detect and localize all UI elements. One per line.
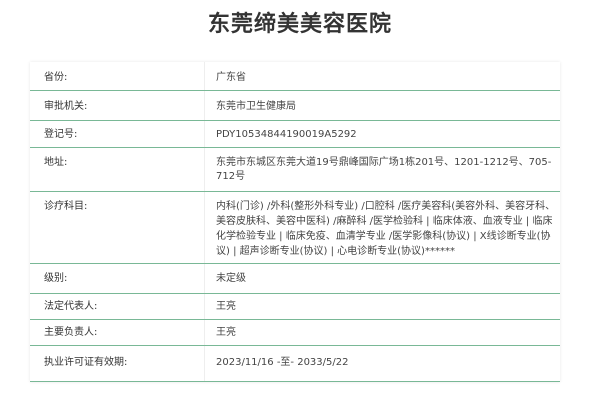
principal-value: 王亮 <box>216 327 236 338</box>
authority-value: 东莞市卫生健康局 <box>216 101 296 112</box>
province-label: 省份: <box>44 72 68 83</box>
reg-no-value: PDY10534844190019A5292 <box>216 129 357 140</box>
info-row-departments: 诊疗科目: 内科(门诊) /外科(整形外科专业) /口腔科 /医疗美容科(美容外… <box>30 192 560 264</box>
column-divider <box>204 346 205 381</box>
page: 东莞缔美美容医院 省份: 广东省 审批机关: 东莞市卫生健康局 登记号: PDY… <box>0 0 600 400</box>
grade-value: 未定级 <box>216 273 246 284</box>
column-divider <box>204 62 205 90</box>
info-row-province: 省份: 广东省 <box>30 62 560 91</box>
hospital-info-card: 省份: 广东省 审批机关: 东莞市卫生健康局 登记号: PDY105348441… <box>30 62 560 382</box>
info-row-authority: 审批机关: 东莞市卫生健康局 <box>30 91 560 121</box>
column-divider <box>204 320 205 345</box>
principal-label: 主要负责人: <box>44 327 98 338</box>
info-row-reg-no: 登记号: PDY10534844190019A5292 <box>30 121 560 148</box>
reg-no-label: 登记号: <box>44 129 78 140</box>
info-row-address: 地址: 东莞市东城区东莞大道19号鼎峰国际广场1栋201号、1201-1212号… <box>30 148 560 192</box>
column-divider <box>204 294 205 319</box>
column-divider <box>204 91 205 120</box>
address-label: 地址: <box>44 157 68 168</box>
legal-rep-value: 王亮 <box>216 301 236 312</box>
province-value: 广东省 <box>216 72 246 83</box>
info-row-principal: 主要负责人: 王亮 <box>30 320 560 346</box>
column-divider <box>204 121 205 147</box>
info-row-license-period: 执业许可证有效期: 2023/11/16 -至- 2033/5/22 <box>30 346 560 382</box>
info-row-legal-rep: 法定代表人: 王亮 <box>30 294 560 320</box>
page-title: 东莞缔美美容医院 <box>207 12 392 37</box>
authority-label: 审批机关: <box>44 101 88 112</box>
departments-label: 诊疗科目: <box>44 201 88 212</box>
legal-rep-label: 法定代表人: <box>44 301 98 312</box>
grade-label: 级别: <box>44 273 68 284</box>
column-divider <box>204 264 205 293</box>
column-divider <box>204 148 205 191</box>
column-divider <box>204 192 205 263</box>
address-value: 东莞市东城区东莞大道19号鼎峰国际广场1栋201号、1201-1212号、705… <box>216 157 552 182</box>
license-period-value: 2023/11/16 -至- 2033/5/22 <box>216 357 349 368</box>
departments-value: 内科(门诊) /外科(整形外科专业) /口腔科 /医疗美容科(美容外科、美容牙科… <box>216 201 556 257</box>
info-row-grade: 级别: 未定级 <box>30 264 560 294</box>
license-period-label: 执业许可证有效期: <box>44 357 128 368</box>
